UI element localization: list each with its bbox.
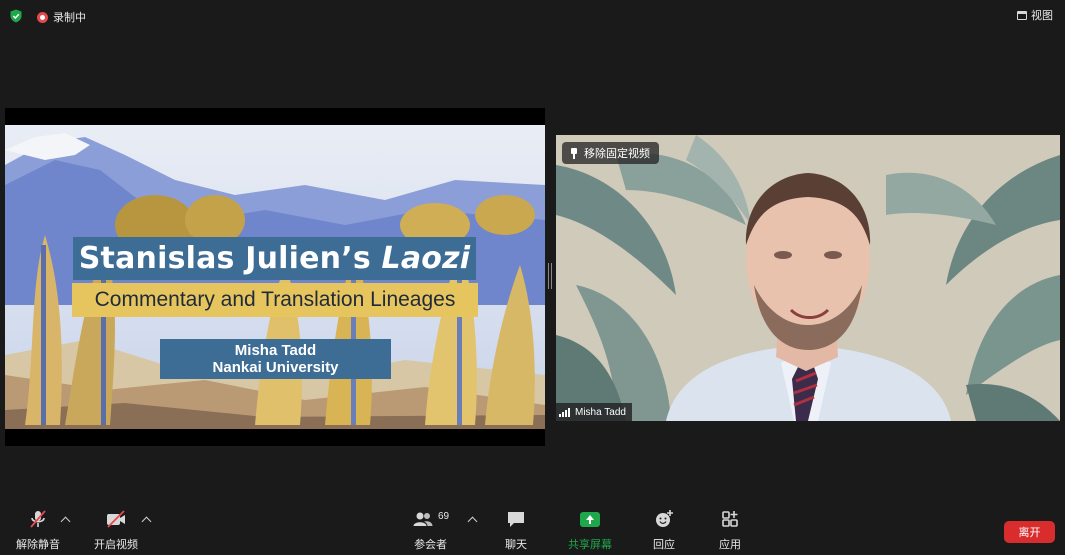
presentation-slide: Stanislas Julien’s Laozi Commentary and … bbox=[5, 125, 545, 429]
share-screen-button[interactable]: 共享屏幕 bbox=[568, 508, 612, 552]
camera-off-icon bbox=[105, 508, 127, 530]
smiley-plus-icon bbox=[653, 508, 675, 530]
record-icon bbox=[37, 11, 48, 23]
participants-icon-wrap: 69 bbox=[412, 508, 449, 530]
speaker-video-frame bbox=[556, 135, 1060, 421]
speaker-video[interactable]: 移除固定视频 Misha Tadd bbox=[556, 135, 1060, 421]
chat-button[interactable]: 聊天 bbox=[505, 508, 527, 552]
participant-nametag: Misha Tadd bbox=[556, 403, 632, 421]
share-screen-icon bbox=[580, 511, 600, 527]
signal-strength-icon bbox=[559, 407, 570, 417]
start-video-button[interactable]: 开启视频 bbox=[94, 508, 138, 552]
reactions-label: 回应 bbox=[653, 539, 675, 551]
microphone-muted-icon bbox=[27, 508, 49, 530]
slide-author-affiliation: Nankai University bbox=[212, 359, 339, 376]
apps-icon bbox=[719, 508, 741, 530]
slide-author-box: Misha Tadd Nankai University bbox=[160, 339, 391, 379]
slide-author-name: Misha Tadd bbox=[234, 342, 317, 359]
video-options-caret-icon[interactable] bbox=[141, 516, 152, 527]
share-screen-icon-wrap bbox=[580, 508, 600, 530]
slide-title: Stanislas Julien’s Laozi bbox=[78, 241, 471, 276]
participant-name: Misha Tadd bbox=[575, 406, 626, 418]
slide-subtitle: Commentary and Translation Lineages bbox=[94, 288, 456, 311]
reactions-button[interactable]: 回应 bbox=[653, 508, 675, 552]
unpin-video-button[interactable]: 移除固定视频 bbox=[562, 142, 659, 164]
meeting-toolbar: 解除静音 开启视频 69 参会者 聊天 共享屏幕 回应 应用 bbox=[0, 508, 1065, 555]
audio-options-caret-icon[interactable] bbox=[60, 516, 71, 527]
view-label: 视图 bbox=[1031, 10, 1053, 22]
recording-indicator[interactable]: 录制中 bbox=[37, 9, 86, 25]
participants-label: 参会者 bbox=[414, 539, 448, 551]
apps-label: 应用 bbox=[719, 539, 741, 551]
leave-meeting-button[interactable]: 离开 bbox=[1004, 521, 1055, 543]
unmute-button[interactable]: 解除静音 bbox=[16, 508, 60, 552]
participants-caret-icon[interactable] bbox=[467, 516, 478, 527]
unmute-label: 解除静音 bbox=[16, 539, 60, 551]
view-button[interactable]: 视图 bbox=[1017, 7, 1053, 23]
chat-label: 聊天 bbox=[505, 539, 527, 551]
chat-icon bbox=[505, 508, 527, 530]
participants-icon bbox=[413, 512, 433, 526]
recording-label: 录制中 bbox=[53, 12, 86, 24]
view-layout-icon bbox=[1017, 10, 1027, 20]
start-video-label: 开启视频 bbox=[94, 539, 138, 551]
apps-button[interactable]: 应用 bbox=[719, 508, 741, 552]
share-screen-label: 共享屏幕 bbox=[568, 539, 612, 551]
shared-screen[interactable]: Stanislas Julien’s Laozi Commentary and … bbox=[5, 108, 545, 446]
slide-title-box: Stanislas Julien’s Laozi bbox=[73, 237, 476, 280]
participants-count: 69 bbox=[438, 510, 450, 522]
pin-icon bbox=[570, 147, 578, 159]
participants-button[interactable]: 69 参会者 bbox=[412, 508, 449, 552]
shield-check-icon[interactable] bbox=[9, 9, 23, 23]
meeting-top-bar: 录制中 视图 bbox=[0, 0, 1065, 30]
slide-subtitle-box: Commentary and Translation Lineages bbox=[72, 283, 478, 317]
split-resize-handle[interactable] bbox=[548, 263, 552, 289]
unpin-label: 移除固定视频 bbox=[584, 148, 650, 160]
